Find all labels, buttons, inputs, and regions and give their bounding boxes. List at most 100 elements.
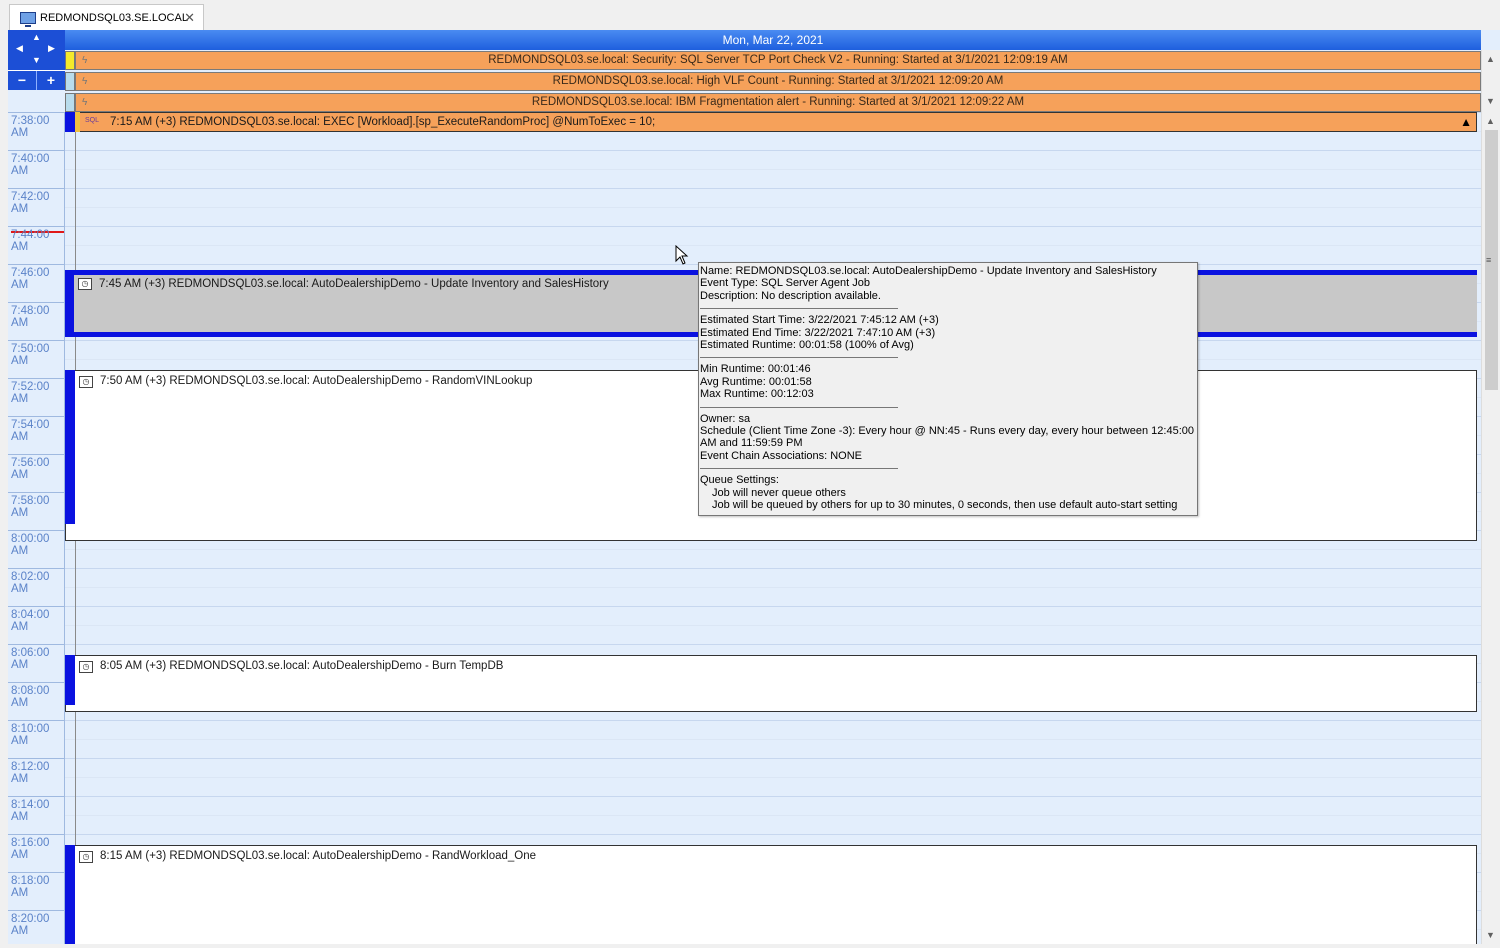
lightning-icon: ϟ (82, 97, 88, 108)
time-value: 7:58:00 (11, 495, 50, 507)
time-value: 8:12:00 (11, 761, 50, 773)
event-rand-workload[interactable]: ◷ 8:15 AM (+3) REDMONDSQL03.se.local: Au… (65, 845, 1477, 944)
time-slot-label: 8:12:00 AM (8, 758, 65, 796)
time-row[interactable] (65, 568, 1481, 606)
scroll-up-icon[interactable]: ▲ (1486, 116, 1495, 126)
close-icon[interactable]: ✕ (184, 10, 195, 26)
clock-icon: ◷ (79, 851, 93, 863)
tooltip-max-runtime: Max Runtime: 00:12:03 (700, 388, 814, 401)
nav-right-icon[interactable]: ▶ (48, 44, 55, 53)
half-row-line (65, 549, 1481, 550)
half-row-line (65, 815, 1481, 816)
date-header[interactable]: Mon, Mar 22, 2021 (65, 30, 1481, 50)
tab-label: REDMONDSQL03.SE.LOCAL (40, 11, 188, 24)
vertical-scrollbar[interactable]: ▲ ≡ ▼ (1481, 112, 1500, 944)
time-ampm: AM (11, 621, 29, 633)
time-ampm: AM (11, 773, 29, 785)
event-burn-tempdb[interactable]: ◷ 8:05 AM (+3) REDMONDSQL03.se.local: Au… (65, 655, 1477, 712)
event-text: 8:15 AM (+3) REDMONDSQL03.se.local: Auto… (100, 850, 537, 862)
time-row[interactable] (65, 606, 1481, 644)
warning-triangle-icon[interactable]: ▲ (1460, 115, 1472, 129)
half-row-line (65, 207, 1481, 208)
time-ampm: AM (11, 507, 29, 519)
event-text: 7:50 AM (+3) REDMONDSQL03.se.local: Auto… (100, 375, 533, 387)
allday-event-text: REDMONDSQL03.se.local: High VLF Count - … (552, 75, 1004, 87)
lightning-icon: ϟ (82, 55, 88, 66)
scroll-down-icon[interactable]: ▼ (1486, 96, 1495, 106)
time-slot-label: 8:10:00 AM (8, 720, 65, 758)
time-value: 8:16:00 (11, 837, 50, 849)
allday-event[interactable]: ϟ REDMONDSQL03.se.local: Security: SQL S… (65, 51, 1481, 70)
time-slot-label: 8:04:00 AM (8, 606, 65, 644)
event-text: 7:15 AM (+3) REDMONDSQL03.se.local: EXEC… (110, 116, 656, 128)
allday-scrollbar[interactable]: ▲ ▼ (1481, 50, 1500, 112)
time-row[interactable] (65, 188, 1481, 226)
time-row[interactable] (65, 796, 1481, 834)
tooltip-queue-2: Job will be queued by others for up to 3… (712, 499, 1178, 512)
tooltip-description: Description: No description available. (700, 289, 881, 302)
grip-icon: ≡ (1486, 255, 1492, 265)
time-slot-label: 8:14:00 AM (8, 796, 65, 834)
time-slot-label: 8:18:00 AM (8, 872, 65, 910)
time-ampm: AM (11, 925, 29, 937)
time-ampm: AM (11, 849, 29, 861)
schedule-grid[interactable]: SQL 7:15 AM (+3) REDMONDSQL03.se.local: … (65, 112, 1481, 944)
time-value: 7:56:00 (11, 457, 50, 469)
time-slot-label: 7:56:00 AM (8, 454, 65, 492)
nav-down-icon[interactable]: ▼ (32, 56, 41, 65)
allday-event-bar[interactable]: ϟ REDMONDSQL03.se.local: High VLF Count … (75, 72, 1481, 91)
event-text: 8:05 AM (+3) REDMONDSQL03.se.local: Auto… (100, 660, 504, 672)
time-value: 7:46:00 (11, 267, 50, 279)
time-ampm: AM (11, 241, 29, 253)
half-row-line (65, 625, 1481, 626)
time-value: 8:14:00 (11, 799, 50, 811)
zoom-in-button[interactable]: + (36, 71, 65, 90)
time-row[interactable] (65, 226, 1481, 264)
allday-event[interactable]: ϟ REDMONDSQL03.se.local: IBM Fragmentati… (65, 93, 1481, 112)
event-sql-exec[interactable]: SQL 7:15 AM (+3) REDMONDSQL03.se.local: … (65, 112, 1477, 132)
lightning-icon: ϟ (82, 76, 88, 87)
time-ampm: AM (11, 735, 29, 747)
half-row-line (65, 587, 1481, 588)
time-slot-label: 7:44:00 AM (8, 226, 65, 264)
tooltip-min-runtime: Min Runtime: 00:01:46 (700, 363, 811, 376)
scroll-down-icon[interactable]: ▼ (1486, 930, 1495, 940)
allday-event-bar[interactable]: ϟ REDMONDSQL03.se.local: Security: SQL S… (75, 51, 1481, 70)
nav-left-icon[interactable]: ◀ (16, 44, 23, 53)
divider (700, 308, 898, 310)
time-ruler: 7:38:00 AM 7:40:00 AM 7:42:00 AM 7:44:00 AM 7:46… (8, 112, 65, 944)
zoom-controls: − + (8, 70, 65, 90)
monitor-icon (20, 11, 36, 27)
time-value: 7:40:00 (11, 153, 50, 165)
time-ampm: AM (11, 393, 29, 405)
time-value: 7:38:00 (11, 115, 50, 127)
time-row[interactable] (65, 758, 1481, 796)
time-slot-label: 7:40:00 AM (8, 150, 65, 188)
tooltip-name: Name: REDMONDSQL03.se.local: AutoDealers… (700, 265, 1157, 277)
tooltip-avg-runtime: Avg Runtime: 00:01:58 (700, 375, 812, 388)
zoom-out-button[interactable]: − (8, 71, 36, 90)
allday-event-bar[interactable]: ϟ REDMONDSQL03.se.local: IBM Fragmentati… (75, 93, 1481, 112)
tab-server[interactable]: REDMONDSQL03.SE.LOCAL ✕ (9, 4, 204, 30)
event-tooltip: Name: REDMONDSQL03.se.local: AutoDealers… (698, 262, 1198, 516)
status-strip (65, 370, 75, 524)
scroll-up-icon[interactable]: ▲ (1486, 54, 1495, 64)
tooltip-est-end: Estimated End Time: 3/22/2021 7:47:10 AM… (700, 326, 936, 339)
status-strip (65, 655, 75, 705)
nav-up-icon[interactable]: ▲ (32, 33, 41, 42)
time-row[interactable] (65, 720, 1481, 758)
allday-event[interactable]: ϟ REDMONDSQL03.se.local: High VLF Count … (65, 72, 1481, 91)
time-ampm: AM (11, 659, 29, 671)
time-value: 7:52:00 (11, 381, 50, 393)
sql-icon: SQL (85, 117, 100, 124)
time-ampm: AM (11, 355, 29, 367)
time-value: 8:08:00 (11, 685, 50, 697)
time-value: 8:00:00 (11, 533, 50, 545)
allday-event-text: REDMONDSQL03.se.local: IBM Fragmentation… (531, 96, 1025, 108)
time-slot-label: 8:20:00 AM (8, 910, 65, 948)
time-row[interactable] (65, 150, 1481, 188)
time-value: 8:06:00 (11, 647, 50, 659)
time-ampm: AM (11, 697, 29, 709)
time-slot-label: 8:02:00 AM (8, 568, 65, 606)
corner-blank (8, 91, 65, 112)
